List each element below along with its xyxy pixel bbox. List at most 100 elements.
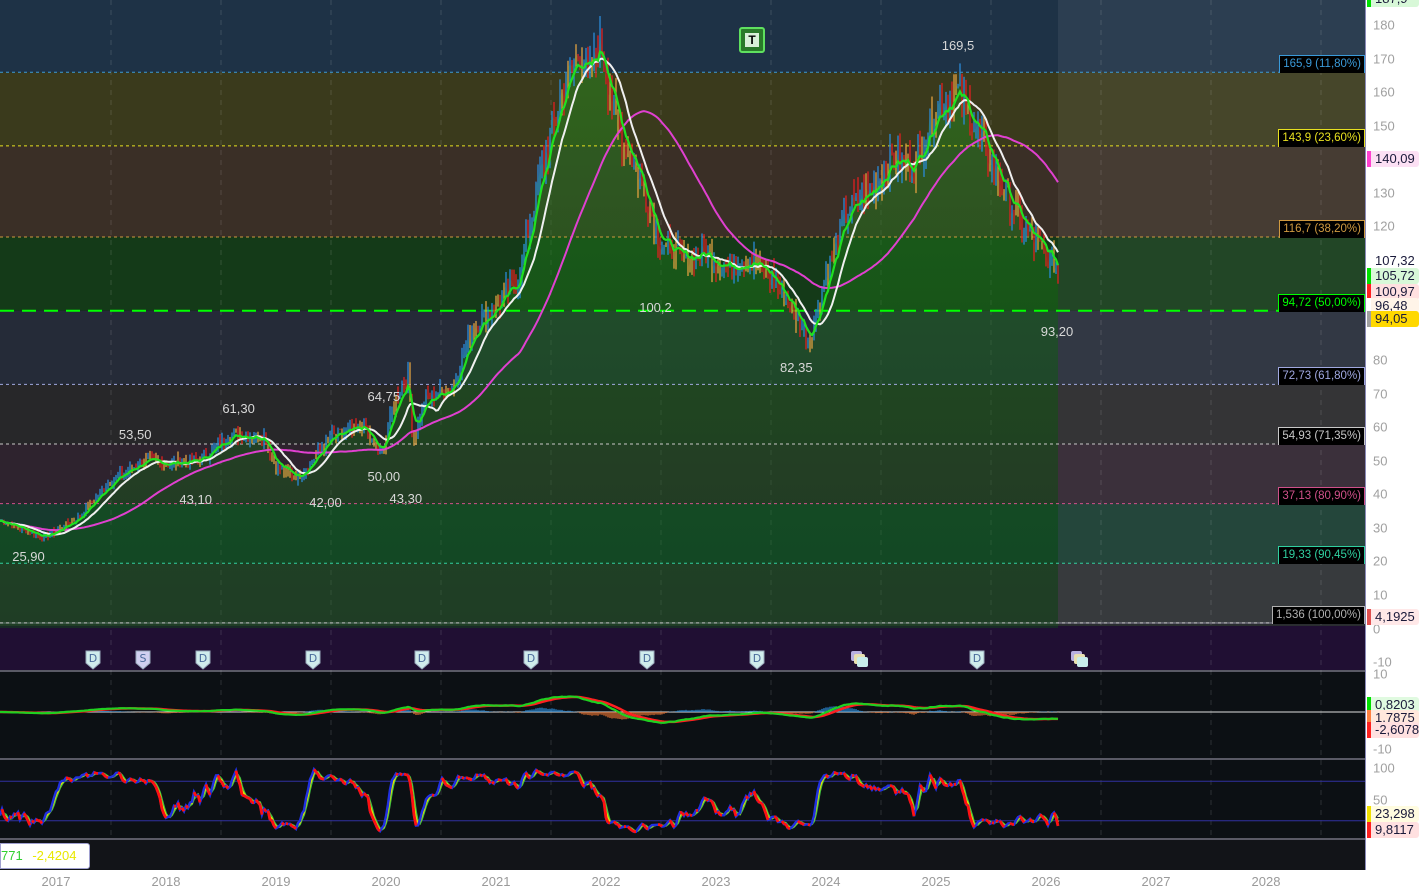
stoch-k-down-segment	[764, 813, 770, 821]
stoch-k-down-segment	[152, 783, 158, 788]
stoch-k-down-segment	[872, 785, 878, 791]
stoch-k-down-segment	[784, 823, 790, 829]
stoch-k-down-segment	[374, 824, 380, 830]
event-marker-dividend[interactable]: D	[413, 650, 431, 670]
event-marker-dividend[interactable]: D	[522, 650, 540, 670]
stoch-k-down-segment	[254, 798, 260, 804]
trade-marker-icon[interactable]: T	[739, 27, 765, 53]
stoch-value-tag: 23,298	[1367, 806, 1419, 822]
stoch-k-down-segment	[759, 801, 763, 805]
stoch-k-down-segment	[1052, 812, 1058, 818]
stoch-k-down-segment	[833, 770, 837, 775]
stoch-k-down-segment	[598, 794, 604, 799]
event-marker-dividend[interactable]: D	[638, 650, 656, 670]
stoch-k-down-segment	[588, 781, 594, 789]
stoch-k-down-segment	[968, 816, 974, 824]
stoch-k-down-segment	[918, 784, 924, 789]
stoch-k-down-segment	[176, 802, 182, 811]
stoch-k-down-segment	[160, 808, 166, 815]
stoch-k-down-segment	[965, 802, 969, 807]
stoch-k-down-segment	[728, 805, 734, 811]
stoch-k-down-segment	[162, 813, 168, 819]
stoch-k-down-segment	[642, 824, 648, 829]
stoch-k-down-segment	[512, 781, 518, 787]
stoch-k-down-segment	[897, 790, 901, 794]
stoch-k-down-segment	[545, 773, 549, 777]
stoch-k-down-segment	[173, 804, 177, 808]
stoch-k-down-segment	[24, 815, 30, 822]
stoch-k-down-segment	[920, 786, 926, 793]
event-marker-dividend[interactable]: D	[968, 650, 986, 670]
stoch-k-down-segment	[539, 771, 543, 776]
stoch-k-down-segment	[340, 779, 346, 785]
stoch-k-down-segment	[35, 818, 39, 822]
stoch-k-down-segment	[908, 800, 914, 807]
price-annotation: 61,30	[222, 400, 255, 416]
stoch-k-down-segment	[123, 780, 127, 784]
stoch-k-down-segment	[150, 780, 156, 785]
stoch-k-down-segment	[154, 786, 160, 793]
stock-chart[interactable]	[0, 0, 1365, 870]
stoch-k-down-segment	[491, 780, 495, 785]
stoch-k-down-segment	[410, 795, 416, 816]
stoch-k-down-segment	[684, 811, 690, 817]
time-axis[interactable]: 2017 2018 2019 2020 2021 2022 2023 2024 2025 2026…	[0, 870, 1426, 892]
stoch-k-down-segment	[824, 774, 830, 779]
price-axis-tick: 60	[1373, 419, 1388, 435]
stoch-k-down-segment	[573, 770, 577, 774]
price-tag: 94,05	[1367, 311, 1419, 328]
stoch-k-down-segment	[645, 826, 649, 831]
fib-label: 94,72 (50,00%)	[1278, 293, 1365, 312]
stoch-k-down-segment	[892, 787, 898, 795]
stoch-k-down-segment	[68, 778, 74, 783]
stoch-k-down-segment	[680, 811, 686, 817]
stoch-k-down-segment	[13, 812, 17, 816]
event-marker-dividend[interactable]: D	[194, 650, 212, 670]
event-marker-dividend[interactable]: D	[748, 650, 766, 670]
stoch-k-down-segment	[445, 783, 449, 788]
stoch-k-down-segment	[930, 777, 936, 785]
stoch-k-down-segment	[156, 791, 162, 799]
stoch-k-down-segment	[22, 812, 28, 818]
event-flag-icon: D	[969, 650, 985, 670]
price-tag: 4,1925	[1367, 608, 1419, 625]
stoch-k-down-segment	[339, 777, 343, 782]
legend-value-1: 771	[1, 848, 23, 863]
stoch-k-down-segment	[659, 823, 663, 828]
stoch-k-down-segment	[0, 808, 6, 817]
event-marker-split[interactable]: S	[134, 650, 152, 670]
stoch-k-down-segment	[180, 807, 186, 812]
stoch-k-down-segment	[26, 820, 32, 826]
stoch-k-down-segment	[1009, 821, 1013, 826]
macd-value-tag: -2,6078	[1367, 722, 1419, 738]
stoch-k-down-segment	[1040, 815, 1046, 820]
price-axis[interactable]: 180 170 160 150 130 120 80 70 60 50 40 30 20 100 -10 18…	[1365, 0, 1426, 870]
price-axis-tick: 130	[1373, 185, 1395, 200]
stoch-value-tag: 9,8117	[1367, 822, 1419, 838]
stoch-k-down-segment	[467, 776, 471, 781]
stoch-k-down-segment	[962, 794, 968, 805]
price-axis-tick: 30	[1373, 520, 1388, 535]
stoch-k-down-segment	[149, 779, 153, 783]
price-axis-tick: 50	[1373, 453, 1388, 468]
stoch-k-down-segment	[366, 796, 372, 812]
event-marker-multiple[interactable]	[850, 650, 868, 670]
stoch-k-down-segment	[910, 805, 916, 817]
event-marker-multiple[interactable]	[1070, 650, 1088, 670]
macd-axis-tick: -10	[1373, 741, 1392, 757]
stoch-k-down-segment	[272, 824, 278, 830]
stoch-k-down-segment	[991, 821, 995, 825]
stoch-k-down-segment	[314, 771, 320, 776]
price-axis-tick: 170	[1373, 51, 1395, 66]
svg-text:D: D	[309, 652, 317, 665]
stoch-k-down-segment	[206, 789, 212, 796]
stoch-k-down-segment	[482, 774, 488, 780]
stoch-k-down-segment	[524, 772, 530, 778]
stoch-k-down-segment	[864, 783, 870, 789]
stoch-k-down-segment	[835, 771, 839, 776]
event-marker-dividend[interactable]: D	[304, 650, 322, 670]
event-flag-icon: D	[414, 650, 430, 670]
stoch-k-down-segment	[312, 768, 318, 773]
stoch-k-down-segment	[352, 782, 358, 789]
event-marker-dividend[interactable]: D	[84, 650, 102, 670]
